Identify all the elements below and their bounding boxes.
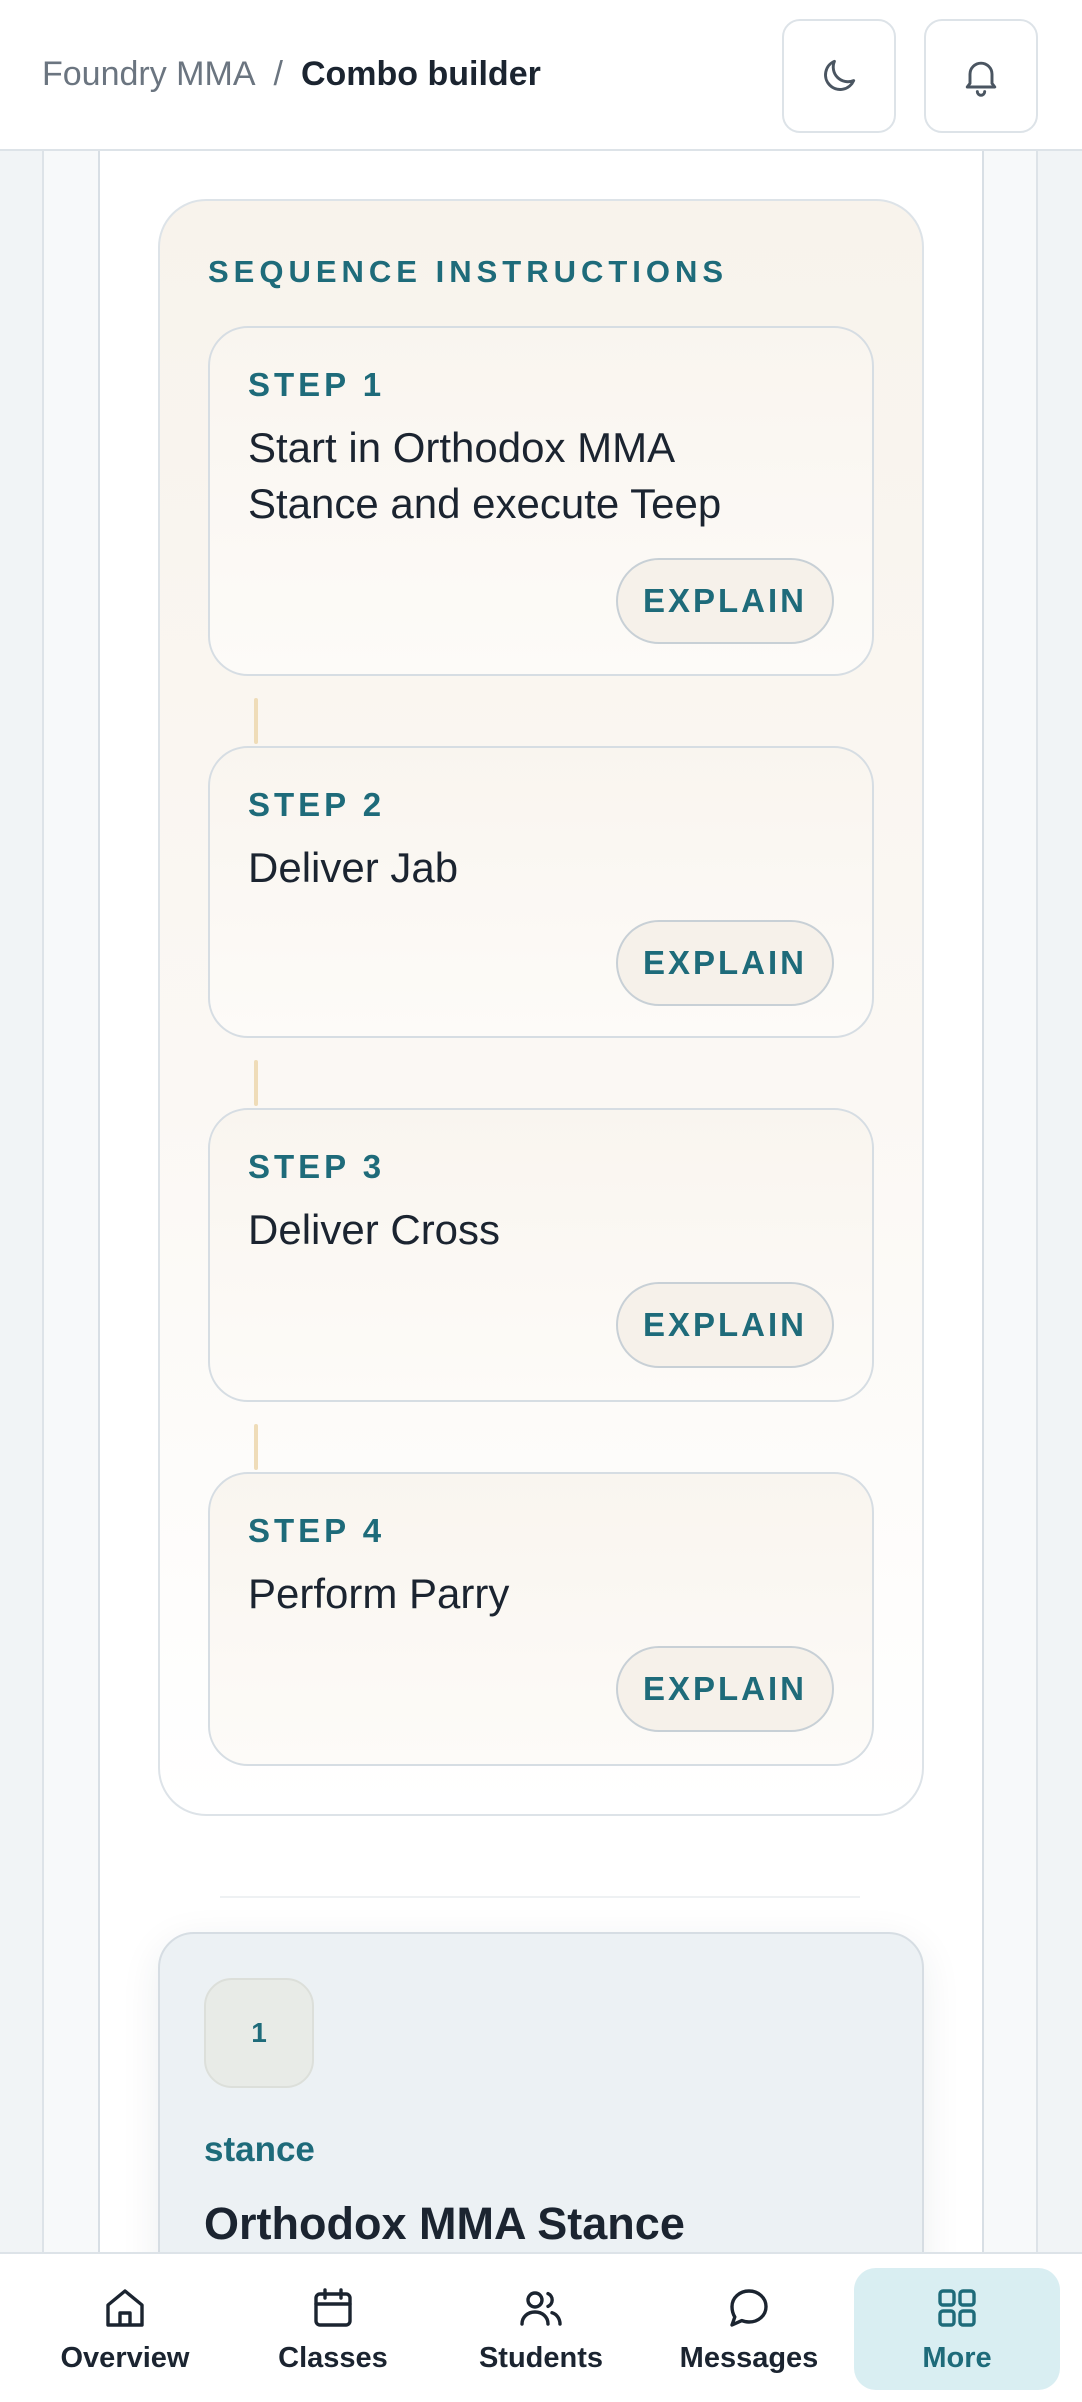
step-card-1: STEP 1 Start in Orthodox MMA Stance and … [208,326,874,676]
step-connector [254,1060,258,1106]
step-label: STEP 1 [248,366,386,403]
tab-classes[interactable]: Classes [230,2268,436,2390]
users-icon [520,2290,562,2326]
step-text: Deliver Cross [248,1206,501,1253]
chat-bubble-icon [730,2288,768,2327]
section-divider [220,1896,860,1898]
step-text: Start in Orthodox MMA Stance and execute… [248,424,722,527]
tab-messages[interactable]: Messages [646,2268,852,2390]
step-connector [254,1424,258,1470]
theme-toggle-button[interactable] [782,19,896,133]
step-text: Perform Parry [248,1570,510,1617]
step-card-3: STEP 3 Deliver Cross EXPLAIN [208,1108,874,1402]
explain-button[interactable]: EXPLAIN [616,1646,834,1732]
step-card-4: STEP 4 Perform Parry EXPLAIN [208,1472,874,1766]
notifications-button[interactable] [924,19,1038,133]
breadcrumb-separator: / [273,55,283,93]
tab-more[interactable]: More [854,2268,1060,2390]
step-connector [254,698,258,744]
step-text: Deliver Jab [248,844,459,891]
bell-icon [965,61,997,97]
step-label: STEP 2 [248,786,386,823]
step-label: STEP 4 [248,1512,386,1549]
tab-label: More [922,2341,992,2374]
moon-icon [824,59,856,91]
top-header: Foundry MMA / Combo builder [0,0,1082,151]
explain-button[interactable]: EXPLAIN [616,558,834,644]
bottom-tab-bar: Overview Classes Students Messages More [0,2252,1082,2402]
tab-label: Messages [679,2341,819,2374]
calendar-icon [314,2287,352,2327]
home-icon [106,2288,144,2327]
tab-overview[interactable]: Overview [22,2268,228,2390]
move-kind-label: stance [204,2130,315,2169]
sequence-instructions-title: SEQUENCE INSTRUCTIONS [208,254,729,289]
tab-students[interactable]: Students [438,2268,644,2390]
breadcrumb-app-name[interactable]: Foundry MMA [42,55,256,94]
page-title: Combo builder [300,55,541,93]
tab-label: Classes [278,2341,388,2374]
explain-button[interactable]: EXPLAIN [616,920,834,1006]
move-number-badge: 1 [204,1978,314,2088]
step-label: STEP 3 [248,1148,386,1185]
move-name: Orthodox MMA Stance [204,2198,685,2249]
tab-label: Students [478,2341,604,2374]
grid-icon [938,2288,976,2327]
tab-label: Overview [60,2341,190,2374]
step-card-2: STEP 2 Deliver Jab EXPLAIN [208,746,874,1038]
explain-button[interactable]: EXPLAIN [616,1282,834,1368]
